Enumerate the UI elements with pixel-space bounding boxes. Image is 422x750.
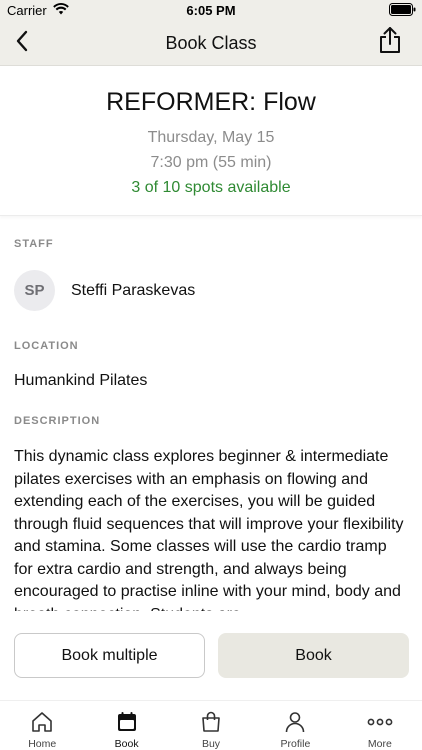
- tab-profile[interactable]: Profile: [253, 701, 337, 750]
- home-icon: [29, 709, 55, 734]
- book-button[interactable]: Book: [218, 633, 409, 678]
- share-button[interactable]: [376, 26, 404, 59]
- class-title: REFORMER: Flow: [106, 88, 316, 116]
- status-bar: Carrier 6:05 PM: [0, 0, 422, 20]
- page-title: Book Class: [165, 33, 257, 53]
- staff-name: Steffi Paraskevas: [71, 281, 196, 299]
- description-section-label: DESCRIPTION: [14, 415, 101, 427]
- book-multiple-button[interactable]: Book multiple: [14, 633, 205, 678]
- tab-book[interactable]: Book: [84, 701, 168, 750]
- tab-label-more: More: [367, 738, 392, 750]
- tab-label-home: Home: [28, 738, 57, 750]
- tab-more[interactable]: More: [338, 701, 422, 750]
- calendar-icon: [114, 709, 140, 734]
- class-header: REFORMER: Flow Thursday, May 15 7:30 pm …: [0, 66, 422, 216]
- status-time: 6:05 PM: [186, 3, 236, 18]
- action-bar: Book multiple Book: [0, 611, 422, 705]
- tab-buy[interactable]: Buy: [169, 701, 253, 750]
- tab-label-book: Book: [114, 738, 139, 750]
- nav-bar: Book Class: [0, 20, 422, 66]
- tab-label-profile: Profile: [280, 738, 311, 750]
- tab-label-buy: Buy: [201, 738, 221, 750]
- class-date: Thursday, May 15: [147, 129, 275, 146]
- description-scroll-area[interactable]: This dynamic class explores beginner & i…: [14, 446, 406, 611]
- location-name: Humankind Pilates: [14, 372, 148, 389]
- location-section-label: LOCATION: [14, 340, 79, 352]
- more-dots-icon: [367, 709, 393, 734]
- spots-available: 3 of 10 spots available: [131, 179, 291, 196]
- class-time: 7:30 pm (55 min): [150, 154, 272, 171]
- staff-section-label: STAFF: [14, 238, 54, 250]
- avatar: SP: [14, 270, 55, 311]
- share-icon: [378, 26, 402, 59]
- person-icon: [282, 709, 308, 734]
- battery-icon: [389, 3, 416, 19]
- staff-row[interactable]: SP Steffi Paraskevas: [14, 270, 195, 311]
- description-text: This dynamic class explores beginner & i…: [14, 448, 404, 611]
- shopping-bag-icon: [198, 709, 224, 734]
- tab-home[interactable]: Home: [0, 701, 84, 750]
- tab-bar: Home Book Buy Profile More: [0, 700, 422, 750]
